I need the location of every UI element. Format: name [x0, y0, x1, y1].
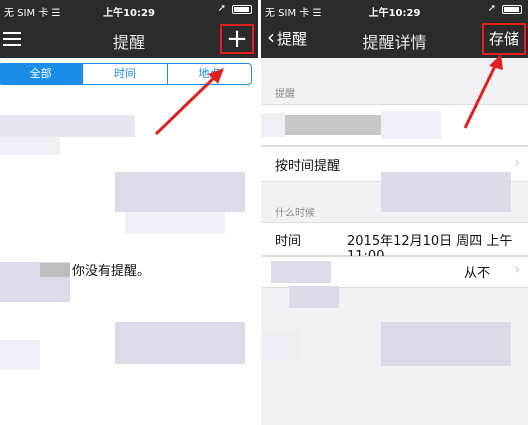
time-label: 时间: [275, 234, 302, 249]
location-icon: ➚: [487, 3, 496, 14]
blurred-content: [115, 172, 245, 212]
chevron-right-icon: ›: [514, 262, 520, 278]
time-row[interactable]: 时间 2015年12月10日 周四 上午11:00: [261, 222, 528, 264]
section-header-when: 什么时候: [275, 208, 315, 219]
status-bar: 无 SIM 卡 ☰ 上午10:29 ➚: [261, 0, 528, 20]
blurred-content: [261, 330, 301, 360]
battery-icon: [502, 5, 522, 14]
blurred-content: [289, 286, 339, 308]
blurred-content: [271, 261, 331, 283]
annotation-arrow-icon: [154, 68, 224, 136]
status-bar: 无 SIM 卡 ☰ 上午10:29 ➚: [0, 0, 258, 20]
repeat-row[interactable]: 从不 ›: [261, 256, 528, 288]
remind-by-time-label: 按时间提醒: [275, 159, 341, 174]
blurred-content: [0, 340, 40, 370]
reminder-detail-screen: 无 SIM 卡 ☰ 上午10:29 ➚ ‹ 提醒 提醒详情 存储 提醒 按时间提醒…: [261, 0, 528, 425]
empty-reminder-text: 你没有提醒。: [72, 264, 151, 279]
blurred-content: [40, 263, 70, 277]
blurred-content: [115, 322, 245, 364]
blurred-content: [0, 115, 135, 137]
blurred-content: [381, 111, 441, 139]
blurred-content: [125, 212, 225, 234]
battery-icon: [232, 5, 252, 14]
location-icon: ➚: [217, 3, 226, 14]
section-header-reminder: 提醒: [275, 89, 295, 100]
blurred-content: [381, 322, 511, 366]
tab-all[interactable]: 全部: [0, 64, 83, 84]
save-button[interactable]: 存储: [482, 23, 526, 55]
repeat-value: 从不: [463, 266, 490, 281]
blurred-content: [381, 172, 511, 212]
reminders-list-screen: 无 SIM 卡 ☰ 上午10:29 ➚ 提醒 + 全部 时间 地点 你没有提醒。: [0, 0, 258, 425]
nav-bar: 提醒 +: [0, 20, 258, 58]
chevron-right-icon: ›: [514, 155, 520, 171]
add-reminder-button[interactable]: +: [220, 24, 254, 54]
annotation-arrow-icon: [463, 54, 503, 129]
blurred-content: [261, 113, 285, 137]
blurred-content: [0, 137, 60, 155]
blurred-content: [285, 115, 381, 135]
